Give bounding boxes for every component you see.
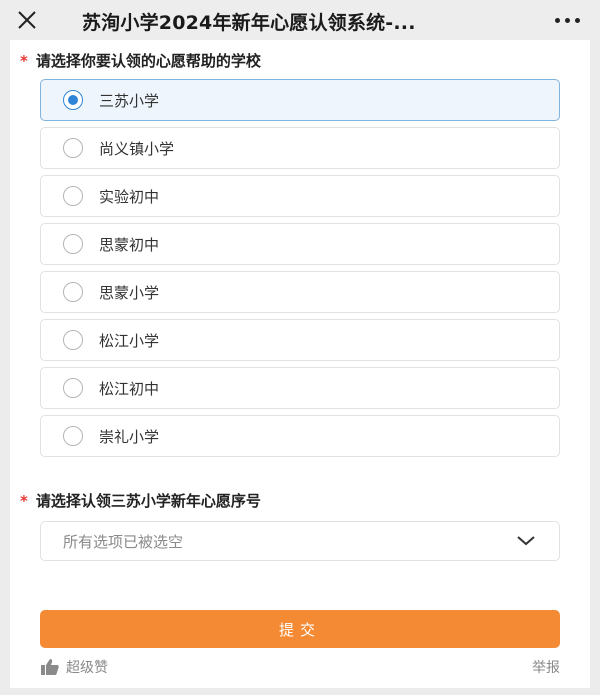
radio-unchecked-icon[interactable] bbox=[63, 282, 83, 302]
school-option[interactable]: 思蒙初中 bbox=[40, 223, 560, 265]
question1-label: 请选择你要认领的心愿帮助的学校 bbox=[35, 52, 261, 70]
school-option[interactable]: 实验初中 bbox=[40, 175, 560, 217]
footer: 超级赞 举报 bbox=[40, 656, 560, 678]
option-label: 尚义镇小学 bbox=[99, 139, 175, 158]
radio-dot bbox=[68, 95, 78, 105]
radio-unchecked-icon[interactable] bbox=[63, 426, 83, 446]
option-label: 实验初中 bbox=[99, 187, 160, 206]
like-label: 超级赞 bbox=[66, 660, 108, 676]
form-card: * 请选择你要认领的心愿帮助的学校 三苏小学尚义镇小学实验初中思蒙初中思蒙小学松江… bbox=[10, 40, 590, 688]
chevron-down-icon bbox=[517, 536, 535, 546]
close-button[interactable] bbox=[14, 8, 40, 32]
school-option[interactable]: 崇礼小学 bbox=[40, 415, 560, 457]
school-option[interactable]: 思蒙小学 bbox=[40, 271, 560, 313]
question2-label: 请选择认领三苏小学新年心愿序号 bbox=[35, 492, 261, 510]
school-option[interactable]: 三苏小学 bbox=[40, 79, 560, 121]
required-mark: * bbox=[20, 492, 28, 510]
select-value: 所有选项已被选空 bbox=[63, 532, 184, 551]
option-label: 思蒙小学 bbox=[99, 283, 160, 302]
option-label: 松江初中 bbox=[99, 379, 160, 398]
more-button[interactable] bbox=[550, 8, 584, 32]
radio-unchecked-icon[interactable] bbox=[63, 330, 83, 350]
top-bar: 苏洵小学2024年新年心愿认领系统-... bbox=[0, 0, 600, 40]
page-title: 苏洵小学2024年新年心愿认领系统-... bbox=[82, 12, 416, 34]
submit-button[interactable]: 提交 bbox=[40, 610, 560, 648]
school-options: 三苏小学尚义镇小学实验初中思蒙初中思蒙小学松江小学松江初中崇礼小学 bbox=[40, 79, 560, 463]
report-link[interactable]: 举报 bbox=[532, 657, 560, 677]
option-label: 思蒙初中 bbox=[99, 235, 160, 254]
wish-number-select[interactable]: 所有选项已被选空 bbox=[40, 521, 560, 561]
school-option[interactable]: 尚义镇小学 bbox=[40, 127, 560, 169]
question1-title: * 请选择你要认领的心愿帮助的学校 bbox=[20, 50, 261, 71]
option-label: 三苏小学 bbox=[99, 91, 160, 110]
close-icon bbox=[18, 11, 36, 29]
option-label: 松江小学 bbox=[99, 331, 160, 350]
option-label: 崇礼小学 bbox=[99, 427, 160, 446]
radio-unchecked-icon[interactable] bbox=[63, 138, 83, 158]
radio-unchecked-icon[interactable] bbox=[63, 234, 83, 254]
thumbs-up-icon bbox=[41, 659, 59, 675]
school-option[interactable]: 松江初中 bbox=[40, 367, 560, 409]
school-option[interactable]: 松江小学 bbox=[40, 319, 560, 361]
radio-unchecked-icon[interactable] bbox=[63, 186, 83, 206]
required-mark: * bbox=[20, 52, 28, 70]
radio-checked-icon[interactable] bbox=[63, 90, 83, 110]
more-icon bbox=[554, 17, 560, 23]
radio-unchecked-icon[interactable] bbox=[63, 378, 83, 398]
like-button[interactable]: 超级赞 bbox=[40, 657, 108, 677]
question2-title: * 请选择认领三苏小学新年心愿序号 bbox=[20, 490, 261, 511]
